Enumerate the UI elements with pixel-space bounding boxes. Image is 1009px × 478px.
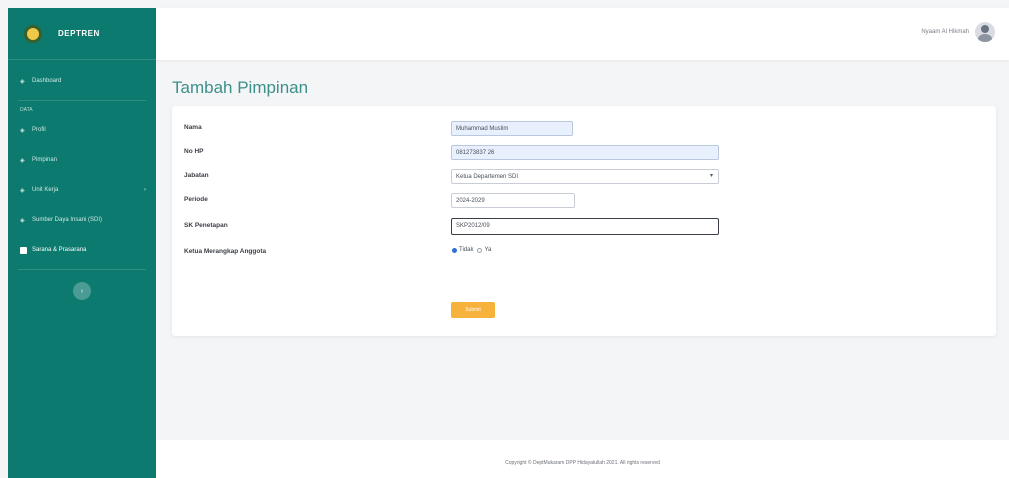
- form-row-sk: SK Penetapan SKP2012/09: [172, 216, 996, 238]
- dashboard-icon: ◈: [20, 78, 25, 85]
- sidebar-item-pimpinan[interactable]: ◈ Pimpinan: [8, 145, 156, 175]
- building-icon: [20, 246, 27, 254]
- sk-label: SK Penetapan: [184, 222, 228, 229]
- sidebar-item-label: Sumber Daya Insani (SDI): [32, 217, 103, 223]
- sidebar-item-sdi[interactable]: ◈ Sumber Daya Insani (SDI): [8, 205, 156, 235]
- sidebar-item-profil[interactable]: ◈ Profil: [8, 115, 156, 145]
- form-card: Nama Muhammad Muslim No HP 081273837 26 …: [172, 106, 996, 336]
- footer-copyright: Copyright © DeptMukaram DPP Hidayatullah…: [505, 460, 660, 466]
- page-title: Tambah Pimpinan: [172, 78, 309, 97]
- nama-input[interactable]: Muhammad Muslim: [451, 121, 573, 136]
- footer: Copyright © DeptMukaram DPP Hidayatullah…: [156, 440, 1009, 478]
- brand[interactable]: DEPTREN: [8, 8, 156, 60]
- sidebar-divider: [18, 100, 146, 101]
- ketua-option-tidak: Tidak: [459, 247, 474, 253]
- users-icon: ◈: [20, 157, 25, 164]
- submit-button[interactable]: Submit: [451, 302, 495, 318]
- sidebar-item-sarana[interactable]: Sarana & Prasarana: [8, 235, 156, 265]
- ketua-radio-ya[interactable]: [477, 247, 483, 253]
- form-row-no-hp: No HP 081273837 26: [172, 142, 996, 164]
- jabatan-label: Jabatan: [184, 172, 209, 179]
- user-name: Nyaam Al Hikmah: [921, 29, 969, 35]
- no-hp-input[interactable]: 081273837 26: [451, 145, 719, 160]
- periode-label: Periode: [184, 196, 208, 203]
- sidebar-divider: [18, 269, 146, 270]
- topbar: Nyaam Al Hikmah: [156, 8, 1009, 60]
- sidebar-item-label: Pimpinan: [32, 157, 58, 163]
- form-row-periode: Periode 2024-2029: [172, 190, 996, 212]
- sidebar-item-dashboard[interactable]: ◈ Dashboard: [8, 66, 156, 96]
- chevron-right-icon: ›: [144, 187, 146, 193]
- jabatan-selected-value: Ketua Departemen SDI: [456, 174, 519, 180]
- ketua-option-ya: Ya: [484, 247, 492, 253]
- user-icon: ◈: [20, 127, 25, 134]
- sidebar-item-label: Sarana & Prasarana: [32, 247, 87, 253]
- user-menu[interactable]: Nyaam Al Hikmah: [921, 22, 995, 42]
- ketua-label: Ketua Merangkap Anggota: [184, 248, 267, 255]
- ketua-radio-tidak[interactable]: [452, 247, 457, 253]
- people-icon: ◈: [20, 217, 25, 224]
- folder-icon: ◈: [20, 187, 25, 194]
- brand-logo-icon: [24, 24, 42, 43]
- chevron-down-icon: ▾: [709, 173, 713, 179]
- brand-name: DEPTREN: [58, 29, 100, 38]
- avatar[interactable]: [975, 22, 995, 42]
- sidebar-item-label: Profil: [32, 127, 46, 133]
- sidebar-item-label: Dashboard: [32, 78, 62, 84]
- jabatan-select[interactable]: Ketua Departemen SDI ▾: [451, 169, 719, 184]
- sk-input[interactable]: SKP2012/09: [451, 218, 719, 235]
- periode-input[interactable]: 2024-2029: [451, 193, 575, 208]
- form-row-nama: Nama Muhammad Muslim: [172, 118, 996, 140]
- no-hp-label: No HP: [184, 148, 204, 155]
- sidebar-item-label: Unit Kerja: [32, 187, 59, 193]
- chevron-left-icon: ‹: [80, 287, 84, 295]
- form-row-ketua: Ketua Merangkap Anggota Tidak Ya: [172, 242, 996, 264]
- sidebar: DEPTREN ◈ Dashboard DATA ◈ Profil ◈ Pimp…: [8, 8, 156, 478]
- ketua-radio-group: Tidak Ya: [452, 247, 491, 253]
- sidebar-heading: DATA: [20, 107, 33, 113]
- sidebar-toggle-button[interactable]: ‹: [73, 282, 91, 300]
- form-row-jabatan: Jabatan Ketua Departemen SDI ▾: [172, 166, 996, 188]
- nama-label: Nama: [184, 124, 202, 131]
- sidebar-item-unit-kerja[interactable]: ◈ Unit Kerja ›: [8, 175, 156, 205]
